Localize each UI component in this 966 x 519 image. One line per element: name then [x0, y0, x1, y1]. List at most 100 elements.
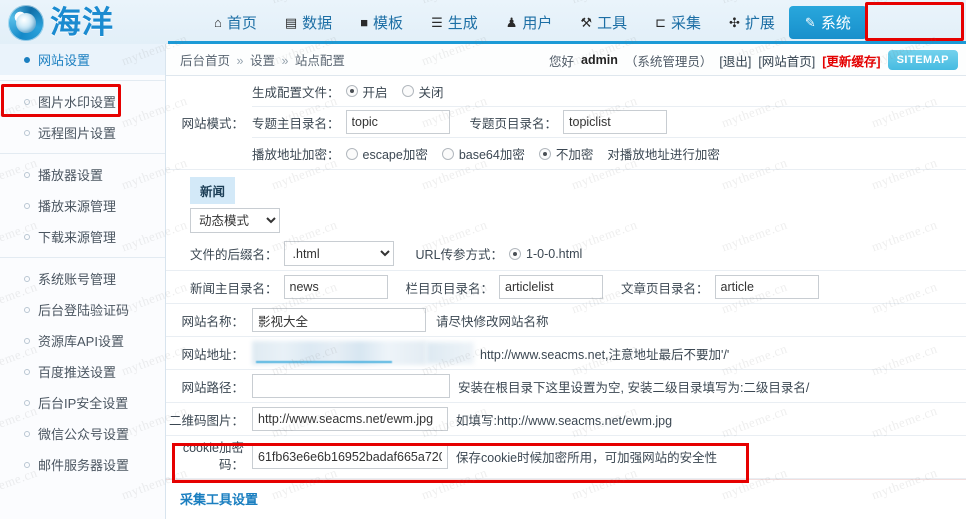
suffix-label: 文件的后缀名：	[190, 248, 278, 262]
sidebar-item-label: 播放器设置	[38, 168, 104, 183]
qrcode-label: 二维码图片：	[168, 413, 244, 428]
settings-form: 网站模式： 生成配置文件： 开启 关闭 专题主目录名： topic 专题页目录名…	[166, 76, 966, 508]
wrench-icon: ⚒	[580, 14, 593, 30]
sidebar-item-微信公众号设置[interactable]: 微信公众号设置	[0, 418, 165, 449]
breadcrumb: 后台首页 » 设置 » 站点配置	[166, 50, 345, 69]
sidebar-divider	[0, 257, 165, 258]
nav-item-扩展[interactable]: ✣ 扩展	[715, 7, 789, 38]
nav-item-采集[interactable]: ⊏ 采集	[641, 7, 715, 38]
sidebar: 网站设置 图片水印设置 远程图片设置 播放器设置 播放来源管理 下载来源管理 系统账号管理后…	[0, 44, 166, 519]
sidebar-item-下载来源管理[interactable]: 下载来源管理	[0, 221, 165, 252]
breadcrumb-bar: 后台首页 » 设置 » 站点配置 您好 admin （系统管理员） [退出] […	[166, 44, 966, 76]
nav-item-工具[interactable]: ⚒ 工具	[566, 7, 641, 38]
breadcrumb-item-0[interactable]: 后台首页	[180, 54, 230, 68]
radio-icon[interactable]	[401, 85, 414, 97]
sidebar-item-label: 资源库API设置	[38, 334, 124, 349]
sidebar-item-网站设置[interactable]: 网站设置	[0, 44, 165, 75]
sidebar-item-后台IP安全设置[interactable]: 后台IP安全设置	[0, 387, 165, 418]
qrcode-input[interactable]	[252, 407, 448, 431]
wave-logo-icon	[8, 5, 44, 41]
sidebar-item-播放器设置[interactable]: 播放器设置	[0, 159, 165, 190]
mode-select[interactable]: 动态模式	[190, 208, 280, 233]
radio-icon[interactable]	[509, 247, 522, 260]
site-logo[interactable]: 海洋	[8, 3, 168, 43]
cookie-label: cookie加密码：	[182, 441, 244, 472]
sidebar-item-播放来源管理[interactable]: 播放来源管理	[0, 190, 165, 221]
topic-main-dir-label: 专题主目录名：	[252, 116, 340, 131]
admin-page: 海洋 ⌂ 首页 ▤ 数据 ■ 模板 ☰ 生成 ♟ 用户 ⚒ 工具 ⊏ 采集 ✣ 扩展 ✎ 系统 网站设置 图片水印设…	[0, 0, 966, 519]
collector-tool-settings-link[interactable]: 采集工具设置	[166, 480, 966, 508]
logo-text: 海洋	[50, 4, 114, 41]
gen-config-option-off[interactable]: 关闭	[401, 82, 444, 101]
database-icon: ▤	[284, 14, 298, 30]
sidebar-item-图片水印设置[interactable]: 图片水印设置	[0, 86, 165, 117]
sidebar-item-label: 后台IP安全设置	[38, 396, 129, 411]
news-dirs-row: 新闻主目录名： 栏目页目录名： 文章页目录名：	[166, 271, 966, 304]
topic-page-dir-input[interactable]	[563, 110, 668, 134]
nav-item-首页[interactable]: ⌂ 首页	[200, 7, 271, 38]
news-cat-dir-input[interactable]	[499, 275, 604, 299]
qrcode-row: 二维码图片： 如填写:http://www.seacms.net/ewm.jpg	[166, 403, 966, 436]
bullet-icon	[24, 461, 30, 468]
play-encrypt-label: 播放地址加密：	[252, 148, 340, 162]
bullet-icon	[24, 98, 30, 105]
top-bar: 海洋 ⌂ 首页 ▤ 数据 ■ 模板 ☰ 生成 ♟ 用户 ⚒ 工具 ⊏ 采集 ✣ 扩展 ✎ 系统	[0, 0, 966, 44]
refresh-cache-link[interactable]: [更新缓存]	[822, 51, 880, 70]
play-encrypt-escape[interactable]: escape加密	[345, 144, 428, 163]
gen-config-off-label: 关闭	[418, 85, 444, 100]
sitemap-button[interactable]: SITEMAP	[887, 50, 958, 70]
bullet-icon	[24, 399, 30, 406]
suffix-select[interactable]: .html	[283, 241, 394, 266]
nav-item-数据[interactable]: ▤ 数据	[271, 7, 346, 38]
breadcrumb-item-1[interactable]: 设置	[250, 54, 275, 68]
puzzle-icon: ✣	[729, 14, 740, 30]
sidebar-item-百度推送设置[interactable]: 百度推送设置	[0, 356, 165, 387]
gen-config-label: 生成配置文件：	[252, 85, 340, 100]
topic-page-dir-label: 专题页目录名：	[469, 116, 558, 131]
sidebar-item-资源库API设置[interactable]: 资源库API设置	[0, 325, 165, 356]
server-icon: ☰	[431, 14, 443, 30]
sidebar-item-远程图片设置[interactable]: 远程图片设置	[0, 117, 165, 148]
site-name-input[interactable]	[252, 308, 426, 332]
sidebar-item-label: 下载来源管理	[38, 230, 117, 245]
cookie-row: cookie加密码： 保存cookie时候加密所用，可加强网站的安全性	[166, 436, 966, 479]
site-home-link[interactable]: [网站首页]	[758, 51, 815, 70]
sidebar-item-label: 邮件服务器设置	[38, 458, 130, 473]
radio-icon[interactable]	[345, 147, 358, 160]
cookie-input[interactable]	[252, 444, 448, 469]
site-path-label: 网站路径：	[181, 380, 244, 395]
site-name-label: 网站名称：	[181, 314, 244, 329]
radio-icon[interactable]	[538, 147, 551, 160]
sidebar-item-后台登陆验证码[interactable]: 后台登陆验证码	[0, 294, 165, 325]
bullet-icon	[24, 430, 30, 437]
site-mode-row: 网站模式： 生成配置文件： 开启 关闭 专题主目录名： topic 专题页目录名…	[166, 76, 966, 170]
qrcode-hint: 如填写:http://www.seacms.net/ewm.jpg	[456, 413, 673, 428]
topic-main-dir-input[interactable]	[345, 110, 450, 134]
suffix-row: 文件的后缀名： .html URL传参方式： 1-0-0.html	[166, 237, 966, 271]
logout-link[interactable]: [退出]	[719, 51, 751, 70]
radio-icon[interactable]	[441, 147, 454, 160]
site-path-input[interactable]	[252, 374, 450, 398]
nav-item-模板[interactable]: ■ 模板	[346, 7, 417, 38]
top-navigation: ⌂ 首页 ▤ 数据 ■ 模板 ☰ 生成 ♟ 用户 ⚒ 工具 ⊏ 采集 ✣ 扩展 ✎ 系统	[200, 0, 867, 44]
nav-item-生成[interactable]: ☰ 生成	[417, 7, 492, 38]
breadcrumb-sep: »	[236, 54, 244, 68]
sidebar-item-邮件服务器设置[interactable]: 邮件服务器设置	[0, 449, 165, 480]
bullet-icon	[24, 368, 30, 375]
url-param-option[interactable]: 1-0-0.html	[509, 247, 582, 261]
nav-item-用户[interactable]: ♟ 用户	[492, 7, 567, 38]
play-encrypt-none[interactable]: 不加密	[538, 144, 593, 163]
radio-icon[interactable]	[345, 85, 358, 97]
nav-item-label: 生成	[447, 14, 478, 32]
news-main-dir-input[interactable]	[283, 275, 388, 299]
news-art-dir-input[interactable]	[714, 275, 819, 299]
bullet-icon	[24, 171, 30, 178]
site-url-input-wrapper[interactable]	[252, 341, 426, 365]
nav-item-label: 数据	[302, 14, 333, 32]
site-url-row: 网站地址： http://www.seacms.net,注意地址最后不要加'/'	[166, 337, 966, 370]
sidebar-item-系统账号管理[interactable]: 系统账号管理	[0, 263, 165, 294]
gen-config-option-on[interactable]: 开启	[345, 82, 388, 101]
nav-item-系统[interactable]: ✎ 系统	[788, 5, 867, 39]
play-encrypt-base64[interactable]: base64加密	[441, 144, 525, 163]
tab-news[interactable]: 新闻	[190, 177, 236, 204]
